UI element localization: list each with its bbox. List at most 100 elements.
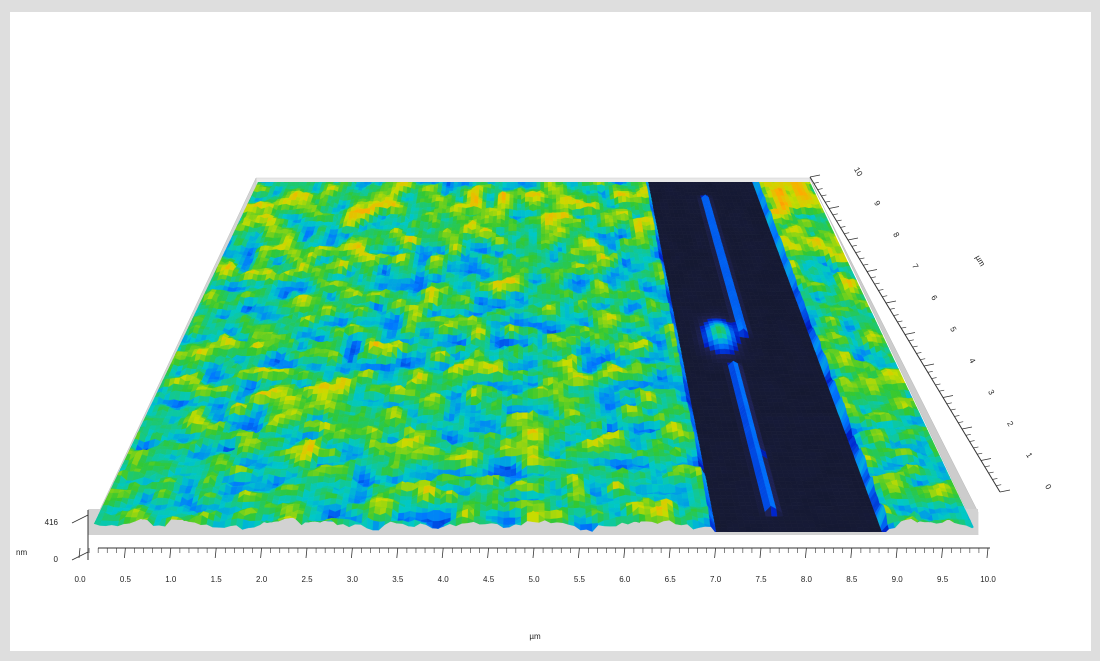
y-minor-tick	[889, 308, 895, 310]
x-tick	[532, 547, 535, 559]
y-minor-tick	[946, 402, 952, 405]
x-tick-label: 0.5	[120, 575, 132, 584]
x-tick-label: 9.0	[892, 575, 904, 584]
x-tick	[986, 547, 989, 559]
y-tick	[885, 300, 897, 304]
x-tick-label: 10.0	[980, 575, 996, 584]
x-axis-unit: µm	[529, 632, 541, 641]
y-tick-label: 9	[872, 199, 882, 208]
x-tick-label: 7.5	[755, 575, 767, 584]
y-minor-tick	[874, 282, 880, 285]
x-tick-label: 3.0	[347, 575, 359, 584]
x-tick	[305, 547, 308, 559]
y-tick-label: 7	[910, 262, 920, 271]
y-tick-label: 10	[852, 166, 865, 179]
y-minor-tick	[935, 383, 941, 386]
x-tick	[396, 547, 399, 559]
y-minor-tick	[996, 484, 1002, 486]
y-minor-tick	[855, 251, 861, 253]
y-minor-tick	[908, 339, 914, 342]
x-tick-label: 6.5	[665, 575, 677, 584]
x-tick-label: 8.5	[846, 575, 858, 584]
y-minor-tick	[954, 415, 960, 417]
y-minor-tick	[870, 276, 876, 279]
x-tick-label: 4.5	[483, 575, 495, 584]
y-tick-label: 8	[891, 231, 901, 240]
x-tick	[124, 547, 126, 559]
x-tick	[260, 547, 262, 559]
z-tick	[71, 551, 89, 561]
x-tick	[668, 547, 671, 559]
y-minor-tick	[813, 182, 819, 184]
x-tick-label: 5.5	[574, 575, 586, 584]
y-minor-tick	[863, 263, 869, 266]
y-minor-tick	[992, 478, 998, 480]
y-minor-tick	[840, 226, 846, 228]
y-tick	[942, 395, 954, 398]
y-minor-tick	[939, 389, 945, 392]
y-minor-tick	[821, 194, 827, 197]
x-tick	[623, 547, 626, 559]
y-minor-tick	[916, 352, 922, 354]
x-tick	[441, 547, 444, 559]
y-minor-tick	[973, 446, 979, 449]
x-tick-label: 4.0	[438, 575, 450, 584]
x-tick	[805, 547, 807, 559]
x-tick-label: 2.0	[256, 575, 268, 584]
y-tick	[999, 489, 1011, 493]
y-minor-tick	[912, 345, 918, 348]
y-minor-tick	[832, 213, 838, 216]
y-minor-tick	[836, 219, 842, 222]
y-axis-unit: µm	[973, 254, 987, 269]
x-tick	[169, 547, 172, 559]
y-tick	[847, 237, 859, 241]
plot-frame: 0.0 0.5 1.0 1.5 2.0 2.5 3.0 3.5 4.0 4.5 5.0 5.5 6.0 6…	[10, 12, 1091, 651]
y-minor-tick	[878, 289, 884, 291]
y-tick-label: 0	[1043, 483, 1053, 492]
y-minor-tick	[988, 471, 994, 474]
y-minor-tick	[920, 358, 926, 360]
y-tick-label: 1	[1024, 451, 1034, 460]
y-minor-tick	[901, 326, 907, 329]
x-tick-label: 7.0	[710, 575, 722, 584]
z-tick	[71, 514, 89, 524]
y-tick-label: 4	[967, 357, 977, 366]
x-tick	[759, 547, 762, 559]
surface-plot: 0.0 0.5 1.0 1.5 2.0 2.5 3.0 3.5 4.0 4.5 5.0 5.5 6.0 6…	[16, 166, 1053, 641]
x-tick-label: 1.5	[211, 575, 223, 584]
y-tick-label: 5	[948, 325, 958, 334]
y-minor-tick	[950, 408, 956, 411]
surface-mesh	[90, 182, 976, 532]
x-tick	[487, 547, 489, 559]
y-minor-tick	[965, 434, 971, 436]
z-axis-unit: nm	[16, 548, 27, 557]
y-tick	[828, 206, 840, 209]
y-tick	[866, 269, 878, 272]
x-tick-label: 2.5	[301, 575, 313, 584]
x-tick	[578, 547, 580, 559]
y-minor-tick	[817, 188, 823, 190]
x-tick-label: 8.0	[801, 575, 813, 584]
z-tick-label: 416	[45, 518, 59, 527]
y-minor-tick	[851, 245, 857, 247]
y-tick-label: 3	[986, 388, 996, 397]
y-minor-tick	[893, 314, 899, 316]
x-axis: 0.0 0.5 1.0 1.5 2.0 2.5 3.0 3.5 4.0 4.5 5.0 5.5 6.0 6…	[74, 547, 996, 641]
y-tick	[809, 174, 821, 178]
z-axis: 0 416 nm	[16, 510, 89, 564]
y-minor-tick	[984, 465, 990, 468]
y-tick	[923, 363, 935, 367]
x-tick-label: 0.0	[74, 575, 86, 584]
x-tick	[214, 547, 217, 559]
y-minor-tick	[897, 320, 903, 323]
x-tick-label: 6.0	[619, 575, 631, 584]
x-tick-label: 1.0	[165, 575, 177, 584]
y-tick	[980, 458, 992, 461]
x-tick-label: 5.0	[528, 575, 540, 584]
z-tick-label: 0	[54, 555, 59, 564]
x-tick	[850, 547, 853, 559]
x-tick-label: 3.5	[392, 575, 404, 584]
y-minor-tick	[859, 257, 865, 260]
y-tick	[961, 426, 973, 430]
x-tick	[714, 547, 716, 559]
